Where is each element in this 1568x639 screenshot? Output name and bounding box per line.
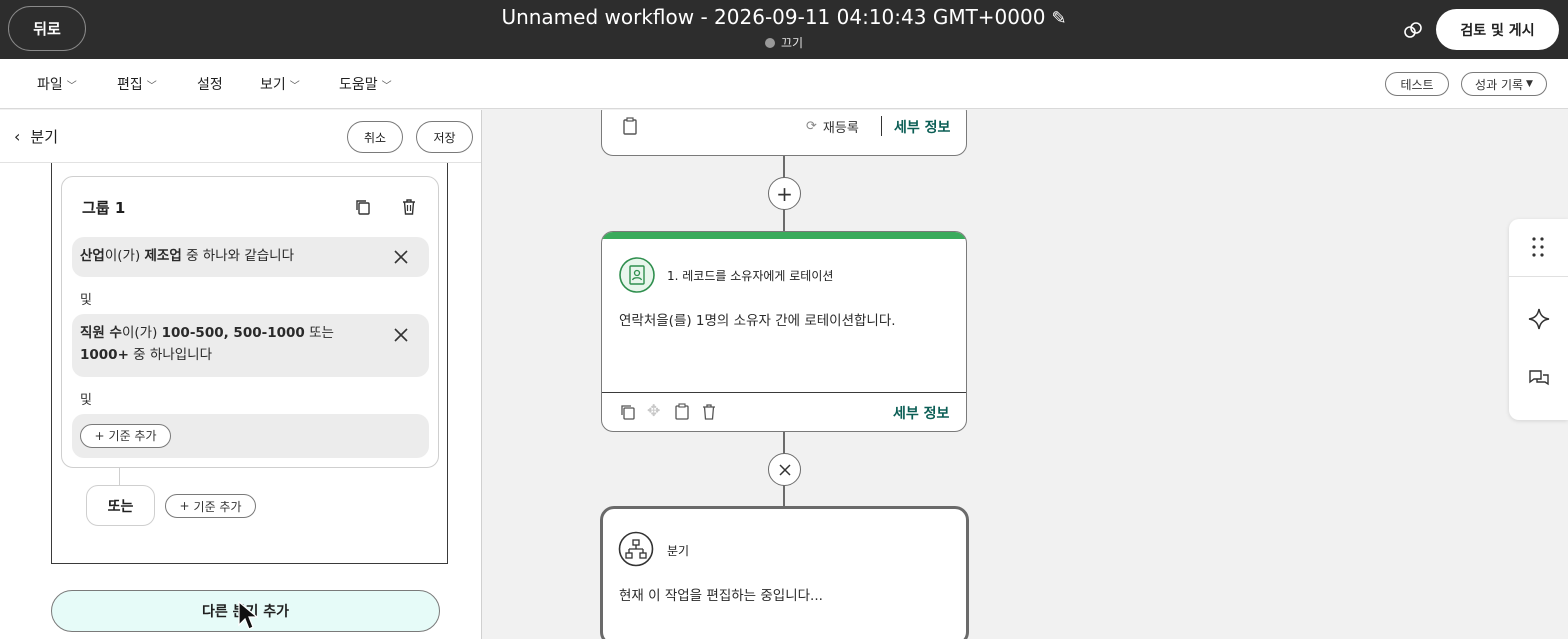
chevron-left-icon: ‹: [14, 127, 21, 146]
caret-down-icon: ▼: [1526, 79, 1533, 89]
menu-edit[interactable]: 편집 ﹀: [117, 74, 157, 94]
copy-icon[interactable]: [354, 198, 372, 216]
cond1-value: 제조업: [144, 248, 182, 264]
status-text: 끄기: [780, 36, 804, 50]
cond2-p2: 또는: [304, 325, 334, 341]
action-title: 1. 레코드를 소유자에게 로테이션: [667, 269, 834, 283]
drag-handle-icon[interactable]: [1530, 235, 1546, 259]
add-criteria-button[interactable]: + 기준 추가: [80, 424, 171, 448]
panel-back-button[interactable]: ‹ 분기: [14, 126, 58, 147]
workflow-title-text: Unnamed workflow - 2026-09-11 04:10:43 G…: [501, 5, 1046, 29]
copy-icon[interactable]: [620, 404, 636, 420]
details-link[interactable]: 세부 정보: [893, 403, 949, 423]
panel-title: 분기: [30, 128, 59, 146]
and-label: 및: [80, 293, 92, 308]
branch-title: 분기: [667, 544, 690, 558]
or-label: 또는: [86, 485, 155, 526]
menu-help[interactable]: 도움말 ﹀: [339, 74, 392, 94]
condition-employees[interactable]: 직원 수이(가) 100-500, 500-1000 또는 1000+ 중 하나…: [72, 314, 429, 377]
menu-file[interactable]: 파일 ﹀: [37, 74, 77, 94]
menu-settings-label: 설정: [197, 77, 223, 93]
refresh-icon: ⟳: [806, 119, 817, 134]
cond2-p1: 이(가): [121, 325, 162, 341]
add-criteria-or-label: 기준 추가: [193, 499, 242, 514]
group-title: 그룹 1: [82, 199, 126, 217]
plus-icon: +: [94, 429, 105, 443]
top-bar: 뒤로 Unnamed workflow - 2026-09-11 04:10:4…: [0, 0, 1568, 59]
menu-help-label: 도움말: [339, 77, 378, 93]
workflow-canvas[interactable]: ⟳ 재등록 세부 정보 + 1. 레코드를 소유자에게 로테이션 연락처을(를) …: [483, 110, 1568, 639]
reenroll-button[interactable]: ⟳ 재등록: [806, 117, 859, 136]
branch-action-card[interactable]: 분기 현재 이 작업을 편집하는 중입니다...: [600, 506, 969, 639]
remove-connection-button[interactable]: [768, 453, 801, 486]
rotate-record-action-card[interactable]: 1. 레코드를 소유자에게 로테이션 연락처을(를) 1명의 소유자 간에 로테…: [601, 231, 967, 432]
plus-icon: +: [179, 499, 190, 513]
condition-industry[interactable]: 산업이(가) 제조업 중 하나와 같습니다: [72, 237, 429, 277]
add-step-button[interactable]: +: [768, 177, 801, 210]
trash-icon[interactable]: [400, 198, 418, 216]
chevron-down-icon: ﹀: [381, 81, 392, 92]
workflow-status: 끄기: [0, 34, 1568, 51]
details-link[interactable]: 세부 정보: [894, 117, 950, 137]
menu-file-label: 파일: [37, 77, 63, 93]
cond2-value2: 1000+: [80, 347, 129, 363]
pencil-icon[interactable]: ✎: [1051, 8, 1066, 29]
menu-settings[interactable]: 설정: [197, 74, 223, 94]
comments-icon[interactable]: [1528, 369, 1550, 389]
panel-header: ‹ 분기 취소 저장: [0, 110, 481, 163]
performance-history-button[interactable]: 성과 기록 ▼: [1461, 72, 1547, 96]
plus-icon: +: [776, 181, 793, 206]
review-publish-button[interactable]: 검토 및 게시: [1436, 9, 1559, 50]
test-button[interactable]: 테스트: [1385, 72, 1449, 96]
menu-edit-label: 편집: [117, 77, 143, 93]
cond1-p2: 중 하나와 같습니다: [181, 248, 295, 264]
workflow-title[interactable]: Unnamed workflow - 2026-09-11 04:10:43 G…: [0, 5, 1568, 29]
action-description: 연락처을(를) 1명의 소유자 간에 로테이션합니다.: [619, 313, 896, 329]
status-dot-icon: [764, 38, 775, 48]
chevron-down-icon: ﹀: [289, 81, 300, 92]
chevron-down-icon: ﹀: [66, 81, 77, 92]
action-color-band: [602, 232, 966, 239]
previous-action-card[interactable]: ⟳ 재등록 세부 정보: [601, 110, 967, 156]
cond1-field: 산업: [80, 248, 105, 264]
branch-editing-status: 현재 이 작업을 편집하는 중입니다...: [619, 588, 823, 604]
and-label: 및: [80, 393, 92, 408]
menu-bar: 파일 ﹀ 편집 ﹀ 설정 보기 ﹀ 도움말 ﹀ 테스트 성과 기록 ▼: [0, 59, 1568, 109]
mouse-cursor-icon: [238, 601, 258, 630]
add-criteria-or-button[interactable]: + 기준 추가: [165, 494, 256, 518]
add-criteria-row: + 기준 추가: [72, 414, 429, 458]
cancel-button[interactable]: 취소: [347, 121, 403, 153]
menu-view-label: 보기: [260, 77, 286, 93]
close-icon[interactable]: [393, 327, 409, 343]
add-criteria-label: 기준 추가: [108, 429, 157, 443]
cond2-value: 100-500, 500-1000: [161, 325, 305, 341]
chevron-down-icon: ﹀: [146, 81, 157, 92]
branch-edit-panel: ‹ 분기 취소 저장 그룹 1 산업이(가) 제조업 중 하나와 같습니다 및 …: [0, 110, 482, 639]
clipboard-icon[interactable]: [622, 117, 638, 135]
contact-record-icon: [619, 257, 655, 293]
performance-history-label: 성과 기록: [1475, 77, 1524, 92]
sparkle-icon[interactable]: [1527, 307, 1551, 331]
save-button[interactable]: 저장: [416, 121, 473, 153]
side-toolbar: [1509, 219, 1568, 420]
menu-view[interactable]: 보기 ﹀: [260, 74, 300, 94]
reenroll-label: 재등록: [822, 121, 859, 136]
cond2-field: 직원 수: [80, 325, 122, 341]
divider: [1509, 276, 1568, 277]
cond2-p3: 중 하나입니다: [128, 347, 212, 363]
move-icon[interactable]: ✥: [647, 401, 660, 420]
branch-icon: [618, 531, 654, 567]
card-divider: [602, 392, 966, 393]
divider: [881, 116, 882, 136]
close-icon[interactable]: [393, 249, 409, 265]
group-card: 그룹 1 산업이(가) 제조업 중 하나와 같습니다 및 직원 수이(가) 10…: [61, 176, 439, 468]
cond1-p1: 이(가): [104, 248, 145, 264]
close-icon: [778, 463, 791, 476]
connector-line: [119, 467, 120, 486]
clipboard-icon[interactable]: [675, 403, 689, 420]
link-icon[interactable]: [1402, 19, 1424, 41]
trash-icon[interactable]: [702, 403, 716, 420]
